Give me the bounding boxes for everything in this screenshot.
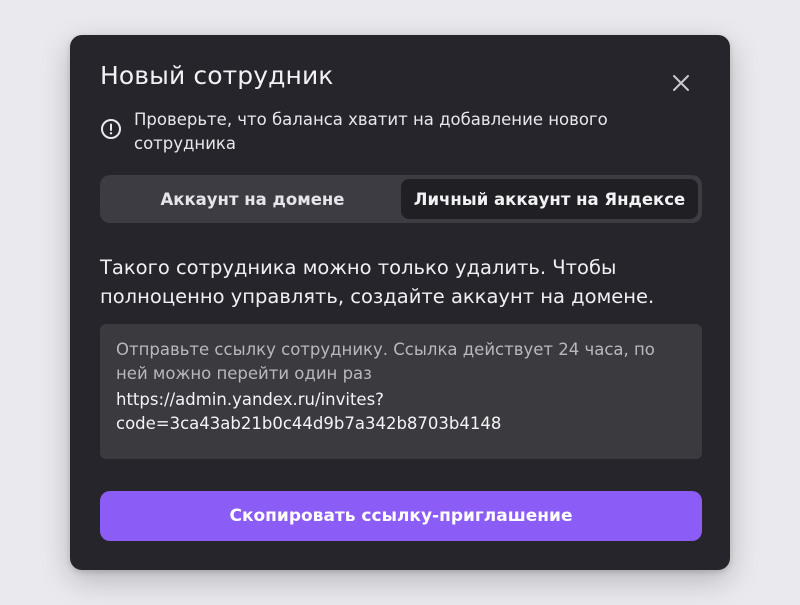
new-employee-dialog: Новый сотрудник Проверьте, что баланса х… <box>70 35 730 570</box>
exclamation-circle-icon <box>100 118 122 140</box>
close-icon[interactable] <box>669 71 693 95</box>
tab-personal-yandex-account[interactable]: Личный аккаунт на Яндексе <box>401 179 698 219</box>
warning-text: Проверьте, что баланса хватит на добавле… <box>134 110 608 153</box>
description-text: Такого сотрудника можно только удалить. … <box>100 256 655 308</box>
copy-invite-link-button[interactable]: Скопировать ссылку-приглашение <box>100 491 702 541</box>
invite-url[interactable]: https://admin.yandex.ru/invites? code=3c… <box>116 388 686 436</box>
balance-warning: Проверьте, что баланса хватит на добавле… <box>100 108 660 156</box>
dialog-title: Новый сотрудник <box>100 61 334 90</box>
tab-domain-account[interactable]: Аккаунт на домене <box>104 179 401 219</box>
account-type-tabs: Аккаунт на домене Личный аккаунт на Янде… <box>100 175 702 223</box>
invite-link-box: Отправьте ссылку сотруднику. Ссылка дейс… <box>100 324 702 459</box>
invite-hint: Отправьте ссылку сотруднику. Ссылка дейс… <box>116 340 655 383</box>
